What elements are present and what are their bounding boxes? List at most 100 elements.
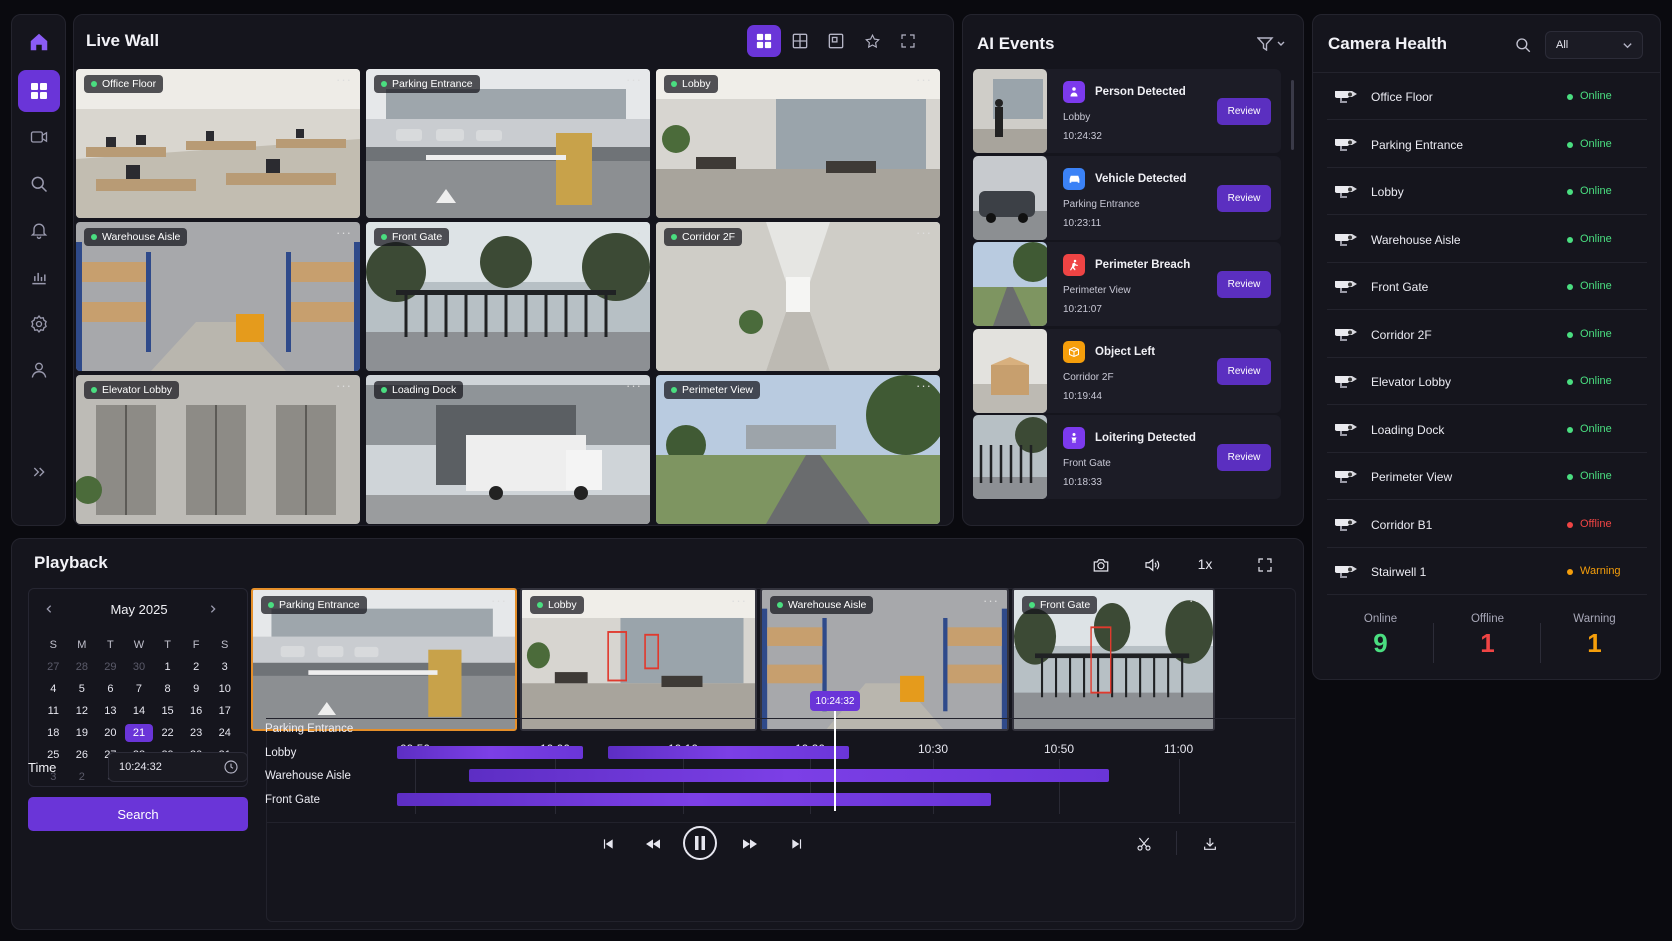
playhead-time[interactable]: 10:24:32 xyxy=(810,691,860,711)
camera-tile[interactable]: Office Floor ··· xyxy=(76,69,360,218)
calendar-day[interactable]: 15 xyxy=(153,702,182,720)
playback-clip[interactable]: Front Gate ··· xyxy=(1012,588,1215,731)
more-icon[interactable]: ··· xyxy=(336,72,352,87)
grid-view-icon[interactable] xyxy=(747,25,781,57)
calendar-day[interactable]: 20 xyxy=(96,724,125,742)
calendar-day[interactable]: 16 xyxy=(182,702,211,720)
skip-forward-icon[interactable] xyxy=(786,833,808,855)
search-button[interactable]: Search xyxy=(28,797,248,831)
calendar-day[interactable]: 14 xyxy=(125,702,154,720)
playback-clip[interactable]: Parking Entrance ··· xyxy=(251,588,517,731)
more-icon[interactable]: ··· xyxy=(916,378,932,393)
camera-filter-select[interactable]: All xyxy=(1545,31,1643,59)
event-item[interactable]: Person Detected Lobby 10:24:32 Review xyxy=(973,69,1281,153)
calendar-day[interactable]: 6 xyxy=(96,680,125,698)
fast-forward-icon[interactable] xyxy=(739,833,761,855)
calendar-day[interactable]: 4 xyxy=(39,680,68,698)
calendar-day[interactable]: 19 xyxy=(68,724,97,742)
more-icon[interactable]: ··· xyxy=(336,378,352,393)
filter-icon[interactable] xyxy=(1257,37,1287,51)
calendar-day[interactable]: 9 xyxy=(182,680,211,698)
calendar-day[interactable]: 28 xyxy=(68,658,97,676)
camera-health-row[interactable]: Office Floor Online xyxy=(1327,73,1647,120)
recording-segment[interactable] xyxy=(397,746,583,759)
event-thumbnail[interactable] xyxy=(973,242,1047,326)
camera-health-row[interactable]: Elevator Lobby Online xyxy=(1327,358,1647,405)
review-button[interactable]: Review xyxy=(1217,271,1271,298)
calendar-day[interactable]: 18 xyxy=(39,724,68,742)
camera-health-row[interactable]: Stairwell 1 Warning xyxy=(1327,548,1647,595)
recording-segment[interactable] xyxy=(608,746,849,759)
calendar-day[interactable]: 8 xyxy=(153,680,182,698)
chevron-right-icon[interactable] xyxy=(205,601,221,617)
volume-icon[interactable] xyxy=(1141,554,1163,576)
calendar-day[interactable]: 12 xyxy=(68,702,97,720)
rewind-icon[interactable] xyxy=(642,833,664,855)
recording-segment[interactable] xyxy=(469,769,1109,782)
more-icon[interactable]: ··· xyxy=(626,72,642,87)
expand-icon[interactable] xyxy=(18,451,60,493)
playback-clip[interactable]: Warehouse Aisle ··· xyxy=(760,588,1009,731)
layout-icon[interactable] xyxy=(783,25,817,57)
home-icon[interactable] xyxy=(18,21,60,63)
download-icon[interactable] xyxy=(1199,833,1221,855)
more-icon[interactable]: ··· xyxy=(1189,593,1205,608)
calendar-day[interactable]: 24 xyxy=(210,724,239,742)
event-item[interactable]: Perimeter Breach Perimeter View 10:21:07 Re… xyxy=(973,242,1281,326)
calendar-day[interactable]: 1 xyxy=(153,658,182,676)
camera-tile[interactable]: Parking Entrance ··· xyxy=(366,69,650,218)
time-input[interactable]: 10:24:32 xyxy=(108,752,248,782)
gear-icon[interactable] xyxy=(18,303,60,345)
camera-health-row[interactable]: Loading Dock Online xyxy=(1327,406,1647,453)
calendar-day[interactable]: 3 xyxy=(210,658,239,676)
camera-tile[interactable]: Lobby ··· xyxy=(656,69,940,218)
playhead-line[interactable] xyxy=(834,711,836,811)
camera-health-row[interactable]: Corridor 2F Online xyxy=(1327,311,1647,358)
camera-health-row[interactable]: Parking Entrance Online xyxy=(1327,121,1647,168)
event-thumbnail[interactable] xyxy=(973,69,1047,153)
camera-tile[interactable]: Elevator Lobby ··· xyxy=(76,375,360,524)
more-icon[interactable]: ··· xyxy=(916,72,932,87)
review-button[interactable]: Review xyxy=(1217,184,1271,212)
star-icon[interactable] xyxy=(855,25,889,57)
fullscreen-icon[interactable] xyxy=(1254,554,1276,576)
user-icon[interactable] xyxy=(18,349,60,391)
skip-back-icon[interactable] xyxy=(597,833,619,855)
search-icon[interactable] xyxy=(1514,36,1532,54)
more-icon[interactable]: ··· xyxy=(626,225,642,240)
event-thumbnail[interactable] xyxy=(973,328,1047,413)
camera-tile[interactable]: Perimeter View ··· xyxy=(656,375,940,524)
calendar-day[interactable]: 10 xyxy=(210,680,239,698)
more-icon[interactable]: ··· xyxy=(983,593,999,608)
fullscreen-icon[interactable] xyxy=(891,25,925,57)
more-icon[interactable]: ··· xyxy=(731,593,747,608)
review-button[interactable]: Review xyxy=(1217,444,1271,471)
more-icon[interactable]: ··· xyxy=(626,378,642,393)
camera-tile[interactable]: Corridor 2F ··· xyxy=(656,222,940,371)
calendar-day[interactable]: 21 xyxy=(124,724,154,742)
camera-health-row[interactable]: Front Gate Online xyxy=(1327,263,1647,310)
calendar-day[interactable]: 2 xyxy=(182,658,211,676)
event-thumbnail[interactable] xyxy=(973,415,1047,499)
event-item[interactable]: Loitering Detected Front Gate 10:18:33 Revi… xyxy=(973,415,1281,499)
camera-health-row[interactable]: Corridor B1 Offline xyxy=(1327,501,1647,548)
grid-icon[interactable] xyxy=(18,70,60,112)
calendar-day[interactable]: 2 xyxy=(68,768,97,786)
chart-icon[interactable] xyxy=(18,256,60,298)
bell-icon[interactable] xyxy=(18,209,60,251)
camera-health-row[interactable]: Warehouse Aisle Online xyxy=(1327,216,1647,263)
more-icon[interactable]: ··· xyxy=(916,225,932,240)
event-item[interactable]: Vehicle Detected Parking Entrance 10:23:11… xyxy=(973,155,1281,240)
snapshot-icon[interactable] xyxy=(1090,554,1112,576)
playback-clip[interactable]: Lobby ··· xyxy=(520,588,757,731)
calendar-day[interactable]: 17 xyxy=(210,702,239,720)
calendar-day[interactable]: 11 xyxy=(39,702,68,720)
camera-tile[interactable]: Loading Dock ··· xyxy=(366,375,650,524)
calendar-day[interactable]: 22 xyxy=(153,724,182,742)
camera-tile[interactable]: Front Gate ··· xyxy=(366,222,650,371)
camera-health-row[interactable]: Perimeter View Online xyxy=(1327,453,1647,500)
review-button[interactable]: Review xyxy=(1217,357,1271,385)
camera-tile[interactable]: Warehouse Aisle ··· xyxy=(76,222,360,371)
more-icon[interactable]: ··· xyxy=(491,593,507,608)
more-icon[interactable]: ··· xyxy=(336,225,352,240)
